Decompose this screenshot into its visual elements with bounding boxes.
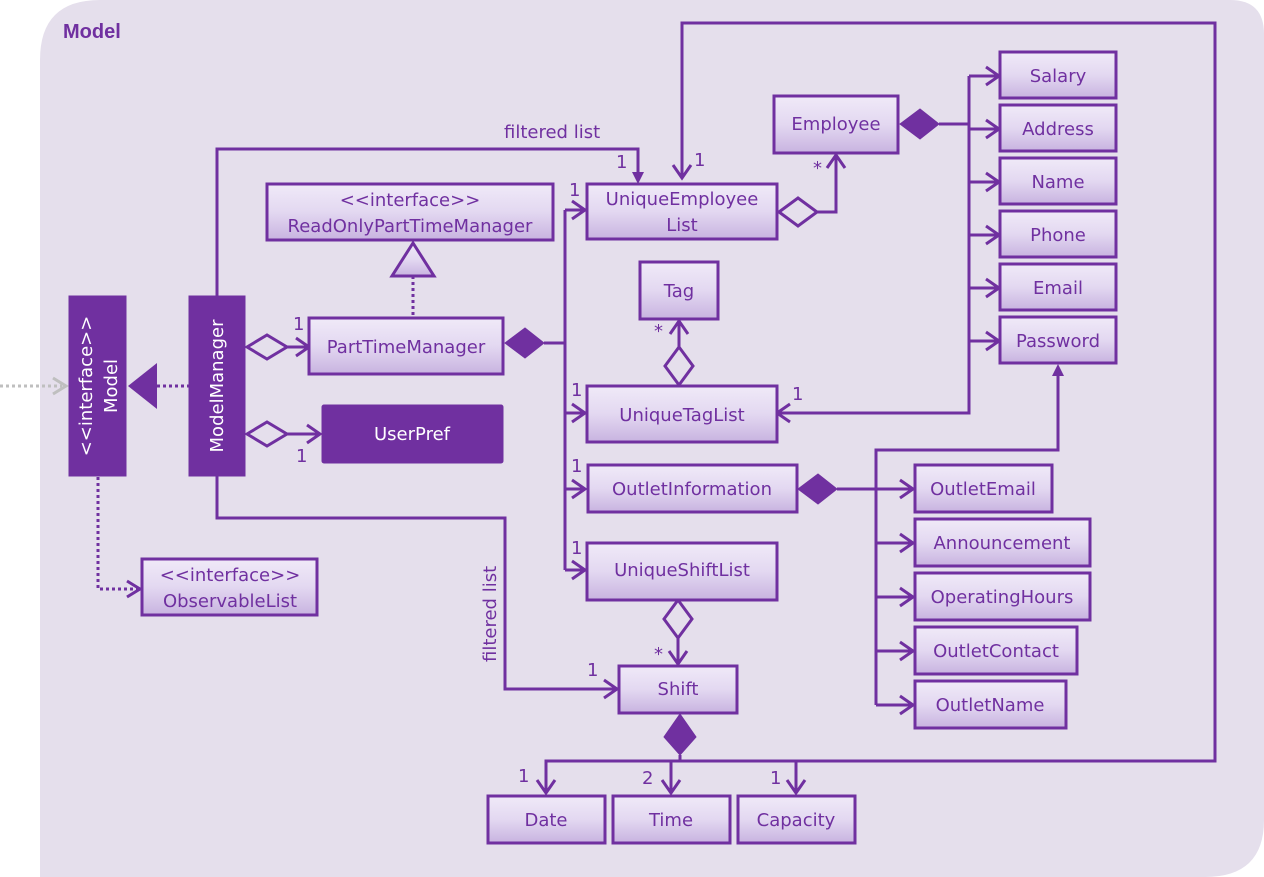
uniquetaglist-name: UniqueTagList: [619, 405, 744, 426]
class-salary[interactable]: Salary: [998, 50, 1118, 100]
class-uniqueemployeelist[interactable]: UniqueEmployee List: [585, 182, 779, 241]
class-parttimemanager[interactable]: PartTimeManager: [307, 316, 505, 376]
mult-time: 2: [642, 768, 653, 789]
class-name[interactable]: Name: [998, 156, 1118, 206]
class-employee[interactable]: Employee: [772, 94, 900, 155]
class-time[interactable]: Time: [611, 794, 732, 845]
outletemail-name: OutletEmail: [930, 479, 1036, 500]
class-outletemail[interactable]: OutletEmail: [913, 463, 1054, 514]
mult-utl-employee: 1: [792, 384, 803, 405]
mult-shift-filtered: 1: [587, 660, 598, 681]
class-outletinformation[interactable]: OutletInformation: [586, 463, 799, 514]
class-readonlyparttimemanager[interactable]: <<interface>> ReadOnlyPartTimeManager: [265, 182, 555, 242]
uniqueshiftlist-name: UniqueShiftList: [614, 560, 750, 581]
mult-date: 1: [518, 766, 529, 787]
operatinghours-name: OperatingHours: [931, 587, 1074, 608]
filtered-list-label-top: filtered list: [504, 122, 600, 143]
address-name: Address: [1022, 119, 1094, 140]
mult-uel-filtered: 1: [616, 152, 627, 173]
time-name: Time: [648, 810, 693, 831]
outletname-name: OutletName: [936, 695, 1045, 716]
class-email[interactable]: Email: [998, 262, 1118, 312]
class-operatinghours[interactable]: OperatingHours: [913, 571, 1092, 622]
name-name: Name: [1031, 172, 1084, 193]
class-model[interactable]: <<interface>> Model: [68, 295, 127, 477]
class-userpref[interactable]: UserPref: [321, 404, 504, 464]
salary-name: Salary: [1030, 66, 1087, 87]
class-password[interactable]: Password: [998, 315, 1118, 365]
parttimemanager-name: PartTimeManager: [327, 337, 486, 358]
class-uniqueshiftlist[interactable]: UniqueShiftList: [585, 541, 779, 602]
mult-oi-ptm: 1: [571, 456, 582, 477]
class-announcement[interactable]: Announcement: [913, 517, 1092, 568]
observablelist-stereotype: <<interface>>: [160, 565, 301, 586]
mult-employee: *: [813, 158, 822, 179]
package-title: Model: [63, 21, 121, 43]
readonlyptm-stereotype: <<interface>>: [340, 190, 481, 211]
tag-name: Tag: [663, 281, 694, 302]
date-name: Date: [524, 810, 567, 831]
mult-ptm: 1: [293, 314, 304, 335]
class-modelmanager[interactable]: ModelManager: [188, 295, 246, 477]
mult-tag: *: [654, 321, 663, 342]
employee-name: Employee: [791, 114, 880, 135]
class-capacity[interactable]: Capacity: [736, 794, 857, 845]
class-date[interactable]: Date: [486, 794, 607, 845]
mult-userpref: 1: [296, 446, 307, 467]
outletcontact-name: OutletContact: [933, 641, 1059, 662]
mult-usl-ptm: 1: [571, 538, 582, 559]
class-shift[interactable]: Shift: [617, 664, 739, 715]
filtered-list-label-side: filtered list: [480, 566, 501, 662]
mult-capacity: 1: [770, 768, 781, 789]
password-name: Password: [1016, 331, 1100, 352]
uniqueemployeelist-name-line2: List: [666, 215, 697, 236]
capacity-name: Capacity: [757, 810, 836, 831]
email-name: Email: [1033, 278, 1083, 299]
mult-uel-loop: 1: [694, 150, 705, 171]
mult-utl-ptm: 1: [571, 380, 582, 401]
observablelist-name: ObservableList: [163, 591, 297, 612]
announcement-name: Announcement: [933, 533, 1070, 554]
shift-name: Shift: [658, 679, 699, 700]
model-name: Model: [101, 359, 122, 413]
outletinformation-name: OutletInformation: [612, 479, 772, 500]
phone-name: Phone: [1030, 225, 1086, 246]
class-outletcontact[interactable]: OutletContact: [913, 625, 1079, 676]
model-stereotype: <<interface>>: [76, 316, 97, 457]
class-observablelist[interactable]: <<interface>> ObservableList: [140, 557, 319, 617]
userpref-name: UserPref: [374, 424, 451, 445]
mult-shift: *: [654, 644, 663, 665]
class-diagram: Model filtered list 1 filtered list 1 1 …: [0, 0, 1264, 877]
class-outletname[interactable]: OutletName: [913, 679, 1068, 730]
readonlyptm-name: ReadOnlyPartTimeManager: [288, 216, 534, 237]
uniqueemployeelist-name-line1: UniqueEmployee: [606, 189, 759, 210]
modelmanager-name: ModelManager: [207, 319, 228, 453]
class-address[interactable]: Address: [998, 103, 1118, 153]
mult-uel-ptm: 1: [569, 180, 580, 201]
class-tag[interactable]: Tag: [638, 260, 720, 321]
class-phone[interactable]: Phone: [998, 209, 1118, 259]
class-uniquetaglist[interactable]: UniqueTagList: [585, 384, 779, 444]
